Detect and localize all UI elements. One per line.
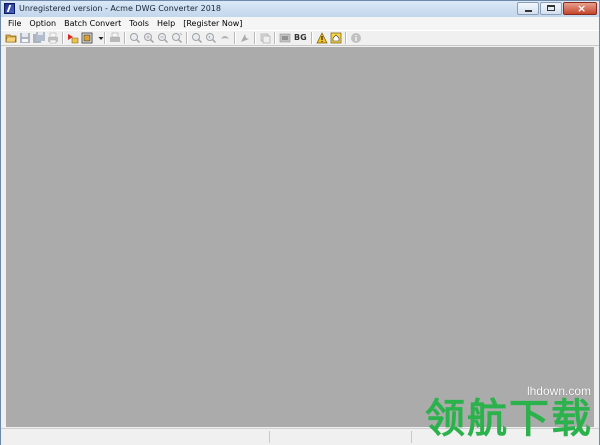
toolbar-separator (186, 32, 188, 44)
drawing-canvas[interactable] (6, 47, 594, 427)
menu-file[interactable]: File (1, 17, 25, 30)
toolbar-separator (124, 32, 126, 44)
minimize-icon (525, 10, 532, 12)
open-folder-icon[interactable] (5, 32, 17, 44)
toolbar-separator (62, 32, 64, 44)
status-panel-divider (269, 431, 270, 443)
save-all-icon[interactable] (33, 32, 45, 44)
zoom-extents-icon[interactable] (171, 32, 183, 44)
window-controls: × (517, 2, 597, 15)
watermark-text: 领航下载 (425, 396, 593, 442)
toolbar-separator (254, 32, 256, 44)
black-background-icon[interactable] (279, 32, 291, 44)
toolbar-separator (310, 32, 313, 44)
print-icon[interactable] (109, 32, 121, 44)
zoom-previous-icon[interactable] (205, 32, 217, 44)
title-bar[interactable]: Unregistered version - Acme DWG Converte… (1, 1, 599, 18)
warning-icon[interactable] (316, 32, 328, 44)
menu-help[interactable]: Help (153, 17, 179, 30)
status-panel-divider (411, 431, 412, 443)
menu-register-now[interactable]: [Register Now] (179, 17, 246, 30)
site-watermark: lhdown.com 领航下载 (425, 384, 593, 440)
zoom-out-icon[interactable] (157, 32, 169, 44)
convert-icon[interactable] (67, 32, 79, 44)
window-title: Unregistered version - Acme DWG Converte… (19, 4, 221, 13)
zoom-in-icon[interactable] (129, 32, 141, 44)
layer-icon[interactable] (259, 32, 271, 44)
maximize-button[interactable] (540, 2, 562, 15)
menu-batch-convert[interactable]: Batch Convert (60, 17, 125, 30)
toolbar-separator (344, 32, 347, 44)
toolbar: BG (1, 30, 599, 46)
home-icon[interactable] (330, 32, 342, 44)
menu-option[interactable]: Option (25, 17, 60, 30)
close-icon: × (577, 2, 587, 15)
toolbar-separator (274, 32, 276, 44)
layers-icon[interactable] (81, 32, 93, 44)
app-logo-icon (4, 3, 15, 14)
zoom-realtime-icon[interactable] (191, 32, 203, 44)
save-icon[interactable] (19, 32, 31, 44)
toolbar-separator (234, 32, 236, 44)
application-window: Unregistered version - Acme DWG Converte… (0, 0, 600, 445)
bg-color-toggle[interactable]: BG (293, 32, 308, 44)
zoom-window-icon[interactable] (143, 32, 155, 44)
minimize-button[interactable] (517, 2, 539, 15)
maximize-icon (547, 5, 555, 11)
redraw-icon[interactable] (239, 32, 251, 44)
dropdown-arrow-icon[interactable] (95, 32, 104, 44)
pan-icon[interactable] (219, 32, 231, 44)
close-button[interactable]: × (563, 2, 597, 15)
print-setup-icon[interactable] (47, 32, 59, 44)
menu-tools[interactable]: Tools (125, 17, 153, 30)
menu-bar: File Option Batch Convert Tools Help [Re… (1, 17, 599, 30)
info-icon[interactable] (350, 32, 362, 44)
